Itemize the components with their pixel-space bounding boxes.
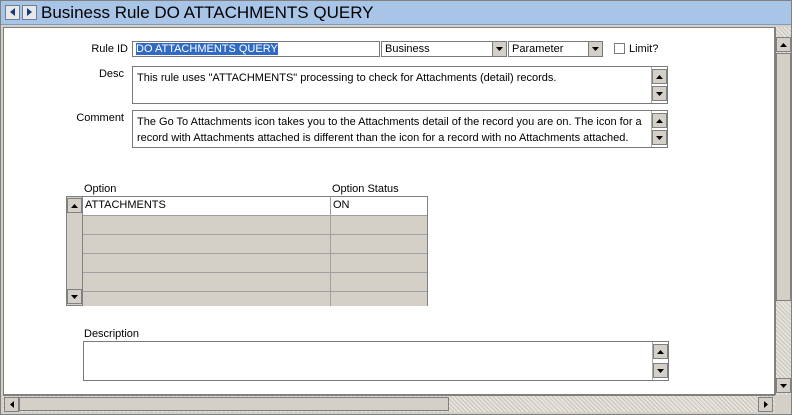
table-row[interactable] bbox=[83, 292, 427, 306]
rule-type-select[interactable]: Business bbox=[381, 41, 507, 57]
table-row[interactable] bbox=[83, 254, 427, 273]
option-status-cell[interactable] bbox=[331, 216, 427, 234]
horizontal-scroll-thumb[interactable] bbox=[19, 397, 449, 411]
form-area: Rule ID DO ATTACHMENTS QUERY Business Pa… bbox=[3, 27, 775, 395]
chevron-down-icon[interactable] bbox=[492, 42, 506, 56]
option-status-cell[interactable] bbox=[331, 235, 427, 253]
desc-scrollbar[interactable] bbox=[651, 67, 667, 103]
business-rule-window: Business Rule DO ATTACHMENTS QUERY Rule … bbox=[0, 0, 792, 415]
option-cell[interactable] bbox=[83, 273, 331, 291]
arrow-left-icon bbox=[10, 8, 15, 16]
scroll-down-icon[interactable] bbox=[652, 130, 667, 145]
main-vertical-scrollbar[interactable] bbox=[775, 27, 791, 395]
rule-id-value: DO ATTACHMENTS QUERY bbox=[136, 43, 278, 55]
title-bar: Business Rule DO ATTACHMENTS QUERY bbox=[1, 1, 791, 25]
scroll-up-icon[interactable] bbox=[652, 69, 667, 84]
scroll-up-icon[interactable] bbox=[652, 113, 667, 128]
option-status-cell[interactable]: ON bbox=[331, 197, 427, 215]
vertical-scroll-thumb[interactable] bbox=[776, 53, 791, 301]
previous-record-button[interactable] bbox=[5, 5, 20, 20]
option-status-column-header: Option Status bbox=[332, 183, 399, 195]
option-status-cell[interactable] bbox=[331, 292, 427, 306]
options-grid: ATTACHMENTS ON bbox=[66, 196, 428, 306]
option-cell[interactable] bbox=[83, 254, 331, 272]
window-title: Business Rule DO ATTACHMENTS QUERY bbox=[41, 3, 374, 22]
option-cell[interactable] bbox=[83, 216, 331, 234]
option-status-cell[interactable] bbox=[331, 273, 427, 291]
options-grid-scrollbar[interactable] bbox=[67, 197, 83, 305]
description-textarea[interactable] bbox=[83, 341, 669, 381]
table-row[interactable] bbox=[83, 273, 427, 292]
rule-id-label: Rule ID bbox=[91, 43, 128, 55]
limit-checkbox[interactable] bbox=[614, 43, 625, 54]
rule-kind-value: Parameter bbox=[512, 43, 564, 55]
scroll-up-icon[interactable] bbox=[776, 37, 791, 52]
option-cell[interactable] bbox=[83, 292, 331, 306]
option-status-cell[interactable] bbox=[331, 254, 427, 272]
chevron-down-icon[interactable] bbox=[588, 42, 602, 56]
scroll-down-icon[interactable] bbox=[67, 289, 82, 304]
option-column-header: Option bbox=[84, 183, 117, 195]
scroll-up-icon[interactable] bbox=[67, 198, 82, 213]
option-cell[interactable]: ATTACHMENTS bbox=[83, 197, 331, 215]
table-row[interactable]: ATTACHMENTS ON bbox=[83, 197, 427, 216]
desc-textarea[interactable]: This rule uses "ATTACHMENTS" processing … bbox=[132, 66, 668, 104]
rule-type-value: Business bbox=[385, 43, 430, 55]
main-horizontal-scrollbar[interactable] bbox=[3, 395, 775, 412]
limit-label: Limit? bbox=[629, 43, 659, 55]
next-record-button[interactable] bbox=[22, 5, 37, 20]
comment-label: Comment bbox=[76, 112, 124, 124]
comment-scrollbar[interactable] bbox=[651, 111, 667, 147]
table-row[interactable] bbox=[83, 235, 427, 254]
table-row[interactable] bbox=[83, 216, 427, 235]
description-scrollbar[interactable] bbox=[652, 342, 668, 380]
scroll-down-icon[interactable] bbox=[652, 86, 667, 101]
scroll-right-icon[interactable] bbox=[758, 397, 773, 412]
desc-label: Desc bbox=[98, 68, 124, 80]
option-cell[interactable] bbox=[83, 235, 331, 253]
description-label: Description bbox=[84, 328, 140, 340]
scroll-up-icon[interactable] bbox=[653, 344, 668, 359]
scroll-down-icon[interactable] bbox=[776, 378, 791, 393]
comment-textarea[interactable]: The Go To Attachments icon takes you to … bbox=[132, 110, 668, 148]
desc-text: This rule uses "ATTACHMENTS" processing … bbox=[137, 72, 557, 84]
arrow-right-icon bbox=[27, 8, 32, 16]
rule-id-field[interactable]: DO ATTACHMENTS QUERY bbox=[132, 41, 380, 57]
rule-kind-select[interactable]: Parameter bbox=[508, 41, 603, 57]
scroll-left-icon[interactable] bbox=[4, 397, 19, 412]
comment-text: The Go To Attachments icon takes you to … bbox=[137, 116, 642, 144]
scroll-down-icon[interactable] bbox=[653, 363, 668, 378]
